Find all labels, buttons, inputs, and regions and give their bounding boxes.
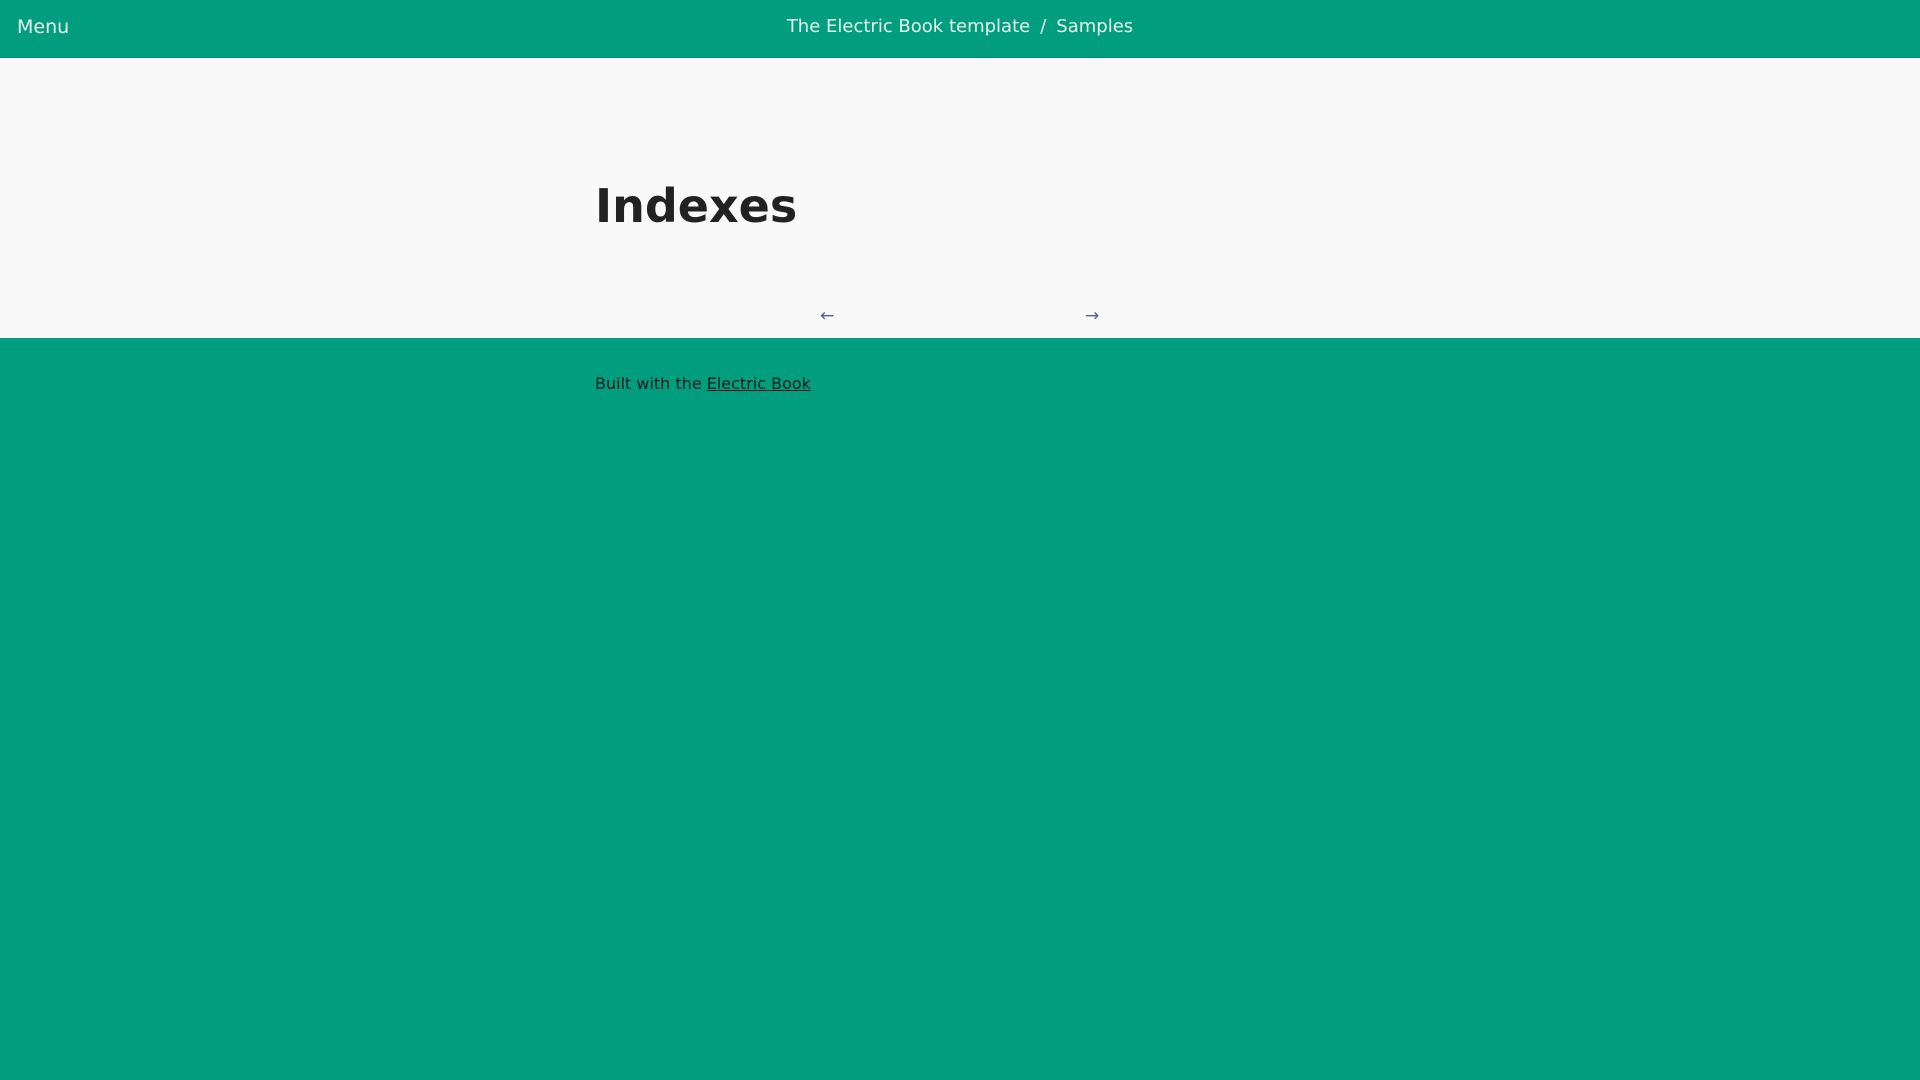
page-title: Indexes xyxy=(595,179,798,233)
breadcrumb-separator: / xyxy=(1040,16,1047,37)
breadcrumb: The Electric Book template / Samples xyxy=(0,16,1920,37)
breadcrumb-book-link[interactable]: The Electric Book template xyxy=(787,16,1030,37)
top-bar: Menu The Electric Book template / Samples xyxy=(0,0,1920,58)
electric-book-link[interactable]: Electric Book xyxy=(707,374,811,393)
footer-credit: Built with the Electric Book xyxy=(595,374,811,393)
footer-credit-prefix: Built with the xyxy=(595,374,707,393)
footer: Built with the Electric Book xyxy=(0,338,1920,1080)
next-page-link[interactable]: → xyxy=(1085,308,1099,325)
breadcrumb-section-link[interactable]: Samples xyxy=(1056,16,1133,37)
previous-page-link[interactable]: ← xyxy=(820,308,834,325)
main-content: Indexes ← → xyxy=(0,58,1920,338)
